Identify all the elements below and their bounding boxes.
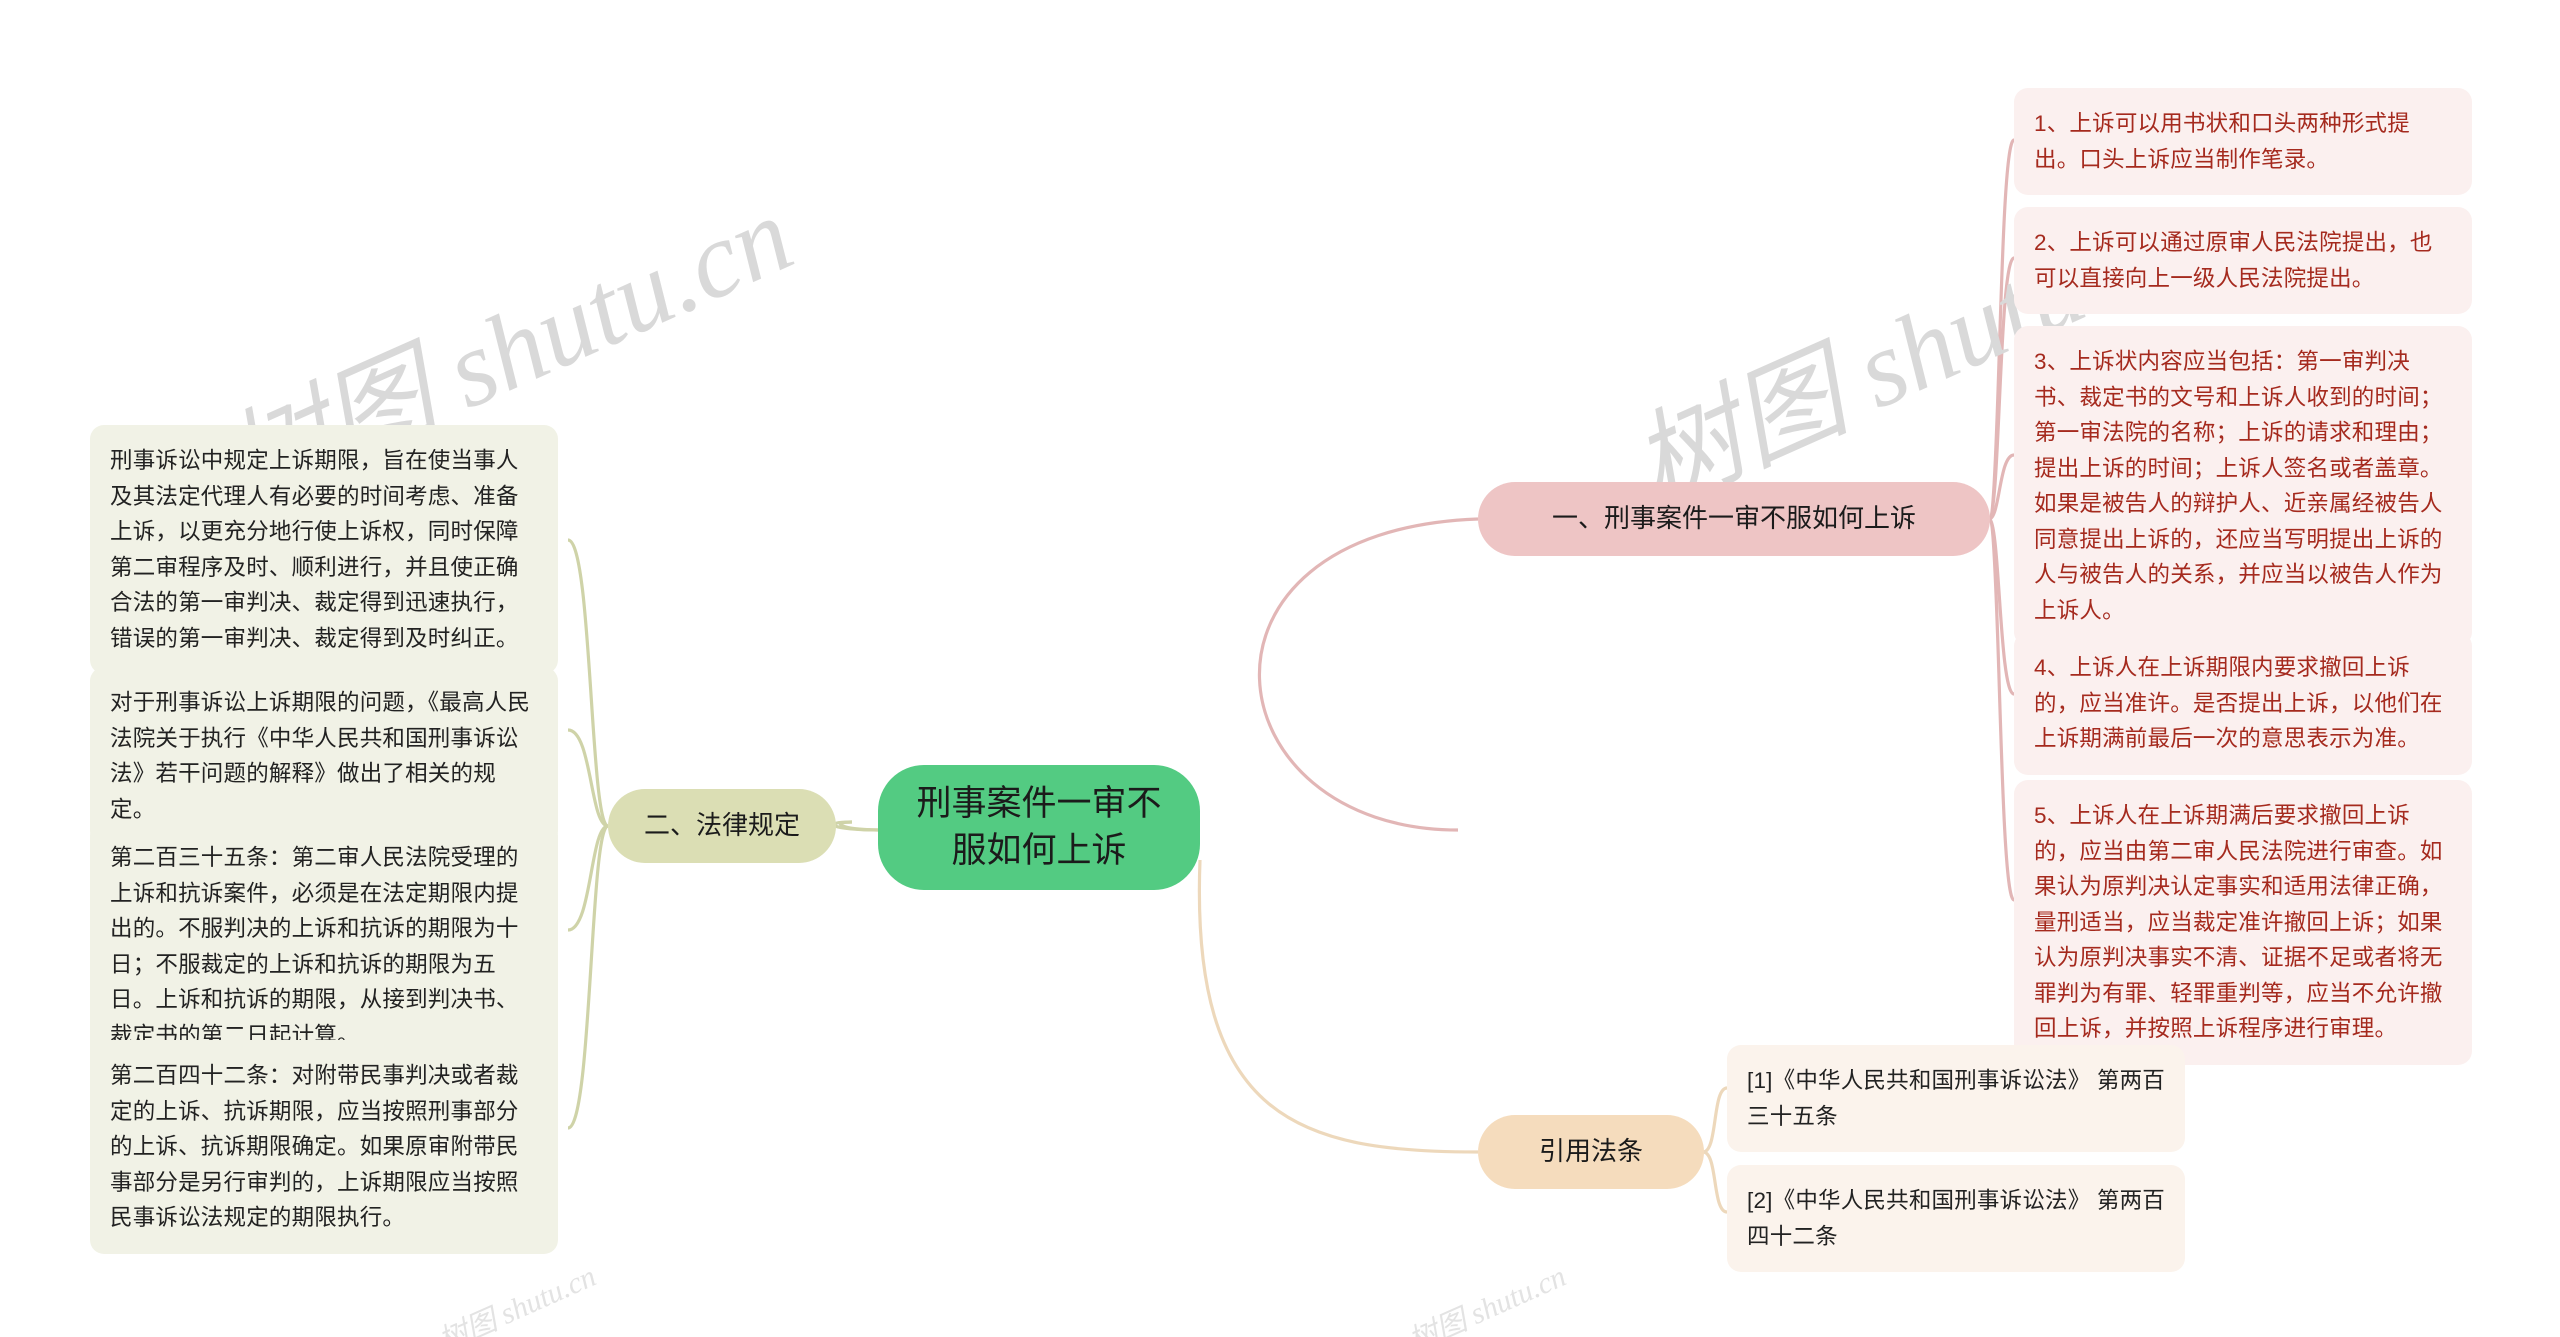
link-appeal-item-4 (1987, 517, 2016, 696)
link-citation-item-2 (1702, 1150, 1728, 1214)
leaf-card[interactable]: 3、上诉状内容应当包括：第一审判决书、裁定书的文号和上诉人收到的时间；第一审法院… (2014, 326, 2472, 647)
link-law-item-1 (567, 538, 610, 828)
leaf-card[interactable]: 第二百四十二条：对附带民事判决或者裁定的上诉、抗诉期限，应当按照刑事部分的上诉、… (90, 1040, 558, 1254)
link-root-to-citations (1197, 859, 1479, 1154)
link-law-item-3 (567, 824, 609, 932)
leaf-card[interactable]: [2]《中华人民共和国刑事诉讼法》 第两百四十二条 (1727, 1165, 2185, 1273)
link-root-to-law-b (832, 820, 881, 832)
link-appeal-item-1 (1987, 138, 2016, 521)
watermark-small: 树图 shutu.cn (433, 1259, 601, 1337)
mindmap-canvas: 树图 shutu.cn 树图 shutu.cn 树图 shutu.cn 树图 s… (0, 0, 2560, 1337)
leaf-card[interactable]: 5、上诉人在上诉期满后要求撤回上诉的，应当由第二审人民法院进行审查。如果认为原判… (2014, 780, 2472, 1065)
root-node[interactable]: 刑事案件一审不服如何上诉 (878, 765, 1200, 890)
branch-node-law[interactable]: 二、法律规定 (608, 789, 836, 863)
link-law-item-2 (567, 728, 609, 828)
link-citation-item-1 (1702, 1086, 1728, 1154)
leaf-card[interactable]: 1、上诉可以用书状和口头两种形式提出。口头上诉应当制作笔录。 (2014, 88, 2472, 196)
link-law-item-4 (567, 824, 610, 1130)
link-appeal-item-2 (1987, 256, 2016, 521)
leaf-card[interactable]: 刑事诉讼中规定上诉期限，旨在使当事人及其法定代理人有必要的时间考虑、准备上诉，以… (90, 425, 558, 675)
leaf-card[interactable]: 2、上诉可以通过原审人民法院提出，也可以直接向上一级人民法院提出。 (2014, 207, 2472, 315)
leaf-card[interactable]: 对于刑事诉讼上诉期限的问题，《最高人民法院关于执行《中华人民共和国刑事诉讼法》若… (90, 667, 558, 846)
branch-node-citations[interactable]: 引用法条 (1478, 1115, 1704, 1189)
link-appeal-item-3 (1988, 453, 2015, 521)
link-root-to-appeal (1257, 517, 1479, 832)
leaf-card[interactable]: 第二百三十五条：第二审人民法院受理的上诉和抗诉案件，必须是在法定期限内提出的。不… (90, 822, 558, 1072)
link-appeal-item-5 (1987, 517, 2016, 902)
leaf-card[interactable]: 4、上诉人在上诉期限内要求撤回上诉的，应当准许。是否提出上诉，以他们在上诉期满前… (2014, 632, 2472, 775)
leaf-card[interactable]: [1]《中华人民共和国刑事诉讼法》 第两百三十五条 (1727, 1045, 2185, 1153)
watermark-small: 树图 shutu.cn (1403, 1259, 1571, 1337)
link-root-to-law (838, 820, 881, 832)
branch-node-appeal[interactable]: 一、刑事案件一审不服如何上诉 (1478, 482, 1990, 556)
